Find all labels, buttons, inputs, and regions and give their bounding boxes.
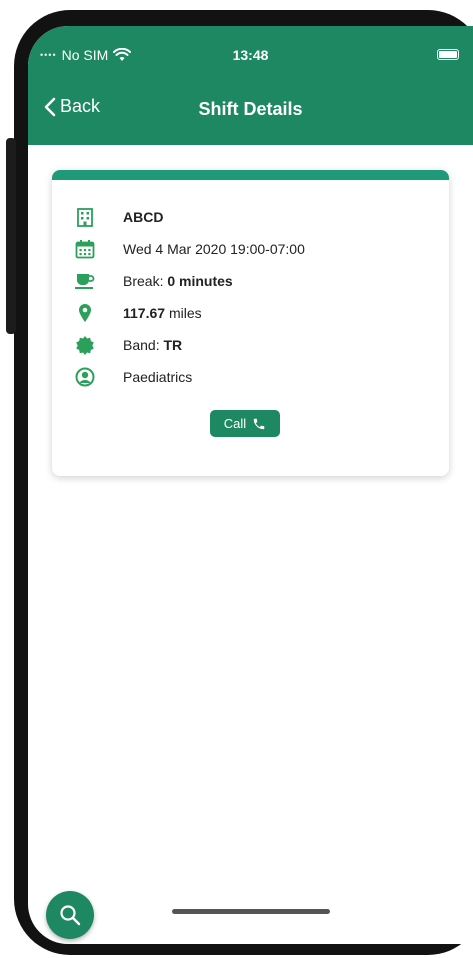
card-accent-bar xyxy=(52,170,449,180)
search-icon xyxy=(60,905,81,926)
call-button[interactable]: Call xyxy=(210,410,280,437)
building-icon xyxy=(74,206,96,228)
detail-row-organisation: ABCD xyxy=(52,205,449,229)
detail-row-band: Band: TR xyxy=(52,333,449,357)
department-name: Paediatrics xyxy=(123,369,193,385)
shift-details-card: ABCD Wed 4 Mar 2020 19:00-07:00 Break: 0… xyxy=(52,170,449,476)
detail-row-distance: 117.67 miles xyxy=(52,301,449,325)
page-title: Shift Details xyxy=(198,99,303,119)
organisation-name: ABCD xyxy=(123,209,164,225)
shift-datetime: Wed 4 Mar 2020 19:00-07:00 xyxy=(123,241,305,257)
detail-row-department: Paediatrics xyxy=(52,365,449,389)
distance-value: 117.67 xyxy=(123,305,166,321)
user-circle-icon xyxy=(74,366,96,388)
home-indicator xyxy=(172,909,330,914)
distance-unit: miles xyxy=(168,305,202,321)
app-screen: •••• No SIM 13:48 Back Shift Details ABC… xyxy=(28,26,473,944)
coffee-icon xyxy=(74,270,96,292)
call-label: Call xyxy=(223,416,247,431)
break-value: 0 minutes xyxy=(167,273,233,289)
status-time: 13:48 xyxy=(232,47,269,63)
location-pin-icon xyxy=(74,302,96,324)
detail-row-datetime: Wed 4 Mar 2020 19:00-07:00 xyxy=(52,237,449,261)
band-label: Band: xyxy=(123,337,160,353)
band-text: Band: TR xyxy=(123,337,182,353)
band-value: TR xyxy=(163,337,183,353)
header: •••• No SIM 13:48 Back Shift Details xyxy=(28,26,473,145)
status-bar: •••• No SIM 13:48 xyxy=(28,44,473,68)
calendar-icon xyxy=(74,238,96,260)
search-button[interactable] xyxy=(46,891,94,939)
break-text: Break: 0 minutes xyxy=(123,273,233,289)
side-button xyxy=(6,138,16,334)
battery-icon xyxy=(437,49,459,60)
phone-icon xyxy=(253,418,265,429)
distance-text: 117.67 miles xyxy=(123,305,202,321)
break-label: Break: xyxy=(123,273,164,289)
nav-bar: Back Shift Details xyxy=(28,96,473,126)
badge-icon xyxy=(74,334,96,356)
detail-row-break: Break: 0 minutes xyxy=(52,269,449,293)
